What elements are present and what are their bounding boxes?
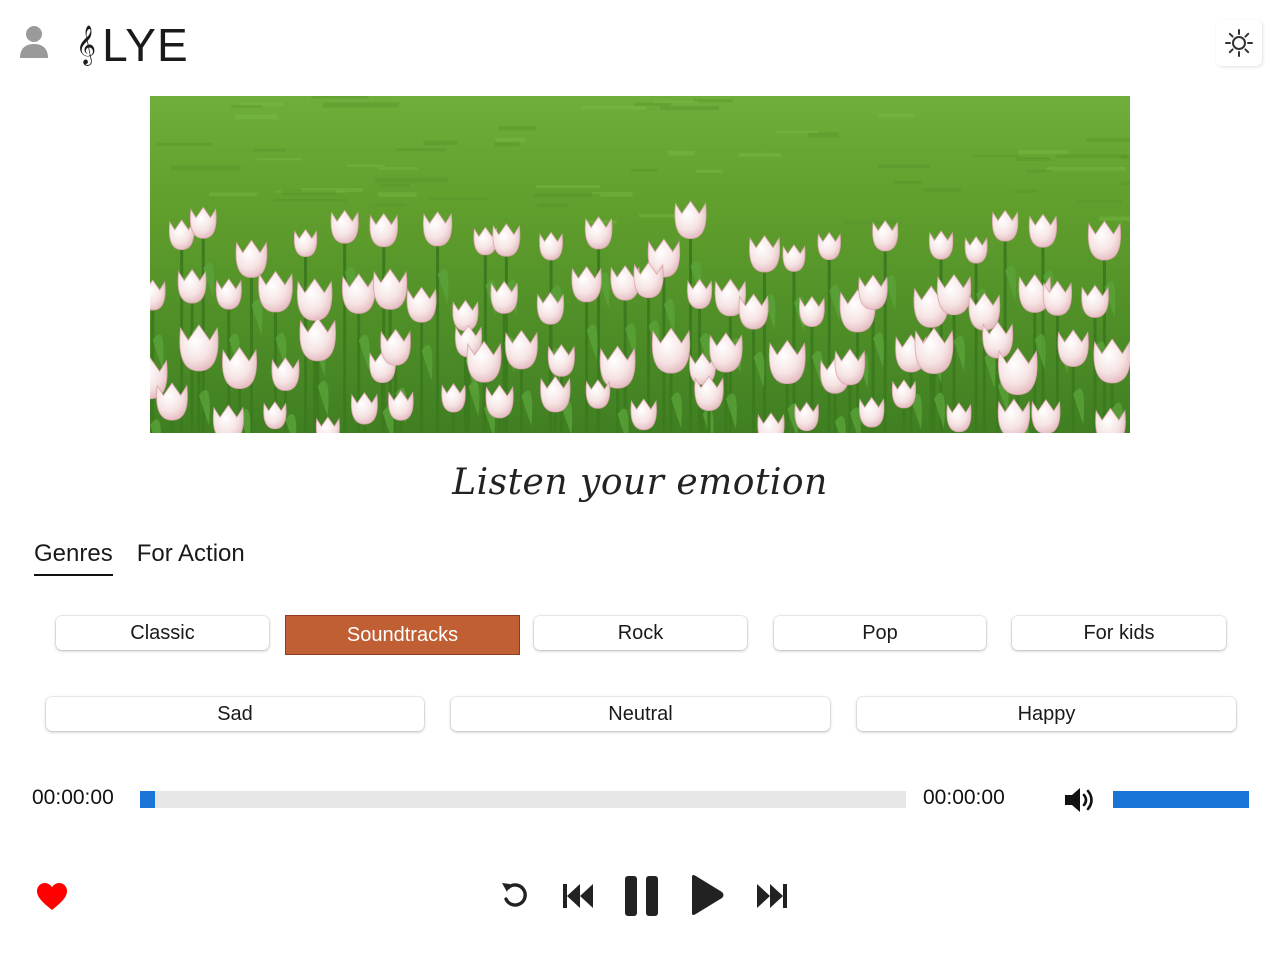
app-header: 𝄞 LYE xyxy=(0,0,1280,90)
volume-fill xyxy=(1113,791,1249,808)
theme-toggle-button[interactable] xyxy=(1216,20,1262,66)
pause-icon[interactable] xyxy=(624,874,660,918)
genre-chip-for-kids[interactable]: For kids xyxy=(1012,616,1226,650)
heart-icon[interactable] xyxy=(36,882,68,912)
replay-icon[interactable] xyxy=(499,879,531,911)
mood-chip-happy[interactable]: Happy xyxy=(857,697,1236,731)
genre-chip-soundtracks[interactable]: Soundtracks xyxy=(285,615,520,655)
volume-high-icon[interactable] xyxy=(1062,784,1100,816)
mood-chip-neutral[interactable]: Neutral xyxy=(451,697,830,731)
genre-chip-rock[interactable]: Rock xyxy=(534,616,747,650)
progress-fill xyxy=(140,791,156,808)
tagline: Listen your emotion xyxy=(452,462,828,503)
category-tabs: Genres For Action xyxy=(34,540,245,576)
volume-slider[interactable] xyxy=(1113,791,1249,808)
app-name: LYE xyxy=(102,19,189,71)
banner-image xyxy=(150,96,1130,433)
next-icon[interactable] xyxy=(755,882,789,910)
tab-for-action[interactable]: For Action xyxy=(137,540,245,576)
previous-icon[interactable] xyxy=(561,882,595,910)
treble-clef-icon: 𝄞 xyxy=(76,25,97,65)
genre-chip-pop[interactable]: Pop xyxy=(774,616,986,650)
app-logo[interactable]: 𝄞 LYE xyxy=(76,18,189,72)
current-time: 00:00:00 xyxy=(32,786,114,809)
mood-chip-sad[interactable]: Sad xyxy=(46,697,424,731)
progress-slider[interactable] xyxy=(140,791,906,808)
tab-genres[interactable]: Genres xyxy=(34,540,113,576)
genre-chip-classic[interactable]: Classic xyxy=(56,616,269,650)
total-time: 00:00:00 xyxy=(923,786,1005,809)
play-icon[interactable] xyxy=(689,874,725,916)
sun-icon xyxy=(1225,29,1253,57)
user-icon[interactable] xyxy=(18,24,50,60)
